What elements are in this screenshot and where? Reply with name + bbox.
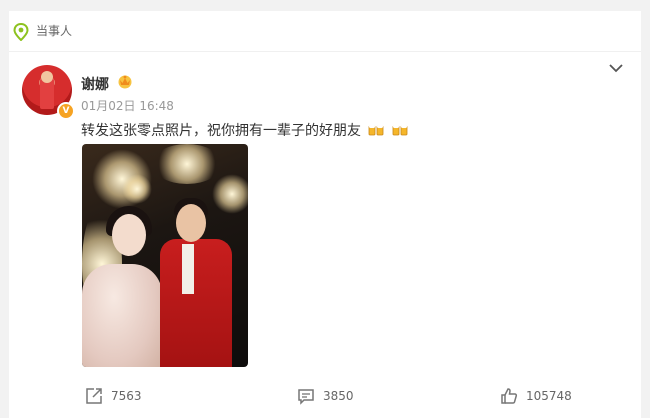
post-header-bar: 当事人 (9, 11, 641, 52)
post-text: 转发这张零点照片，祝你拥有一辈子的好朋友 (81, 120, 408, 140)
post-text-content: 转发这张零点照片，祝你拥有一辈子的好朋友 (81, 123, 361, 139)
post-card: 当事人 V 谢娜 01月02日 16:48 转发这张零点照片，祝你拥有一辈子的好… (9, 11, 641, 418)
beer-cheers-icon (392, 125, 408, 136)
repost-count: 7563 (111, 389, 142, 403)
username[interactable]: 谢娜 (81, 74, 109, 94)
comment-icon (298, 389, 314, 405)
header-label: 当事人 (36, 24, 73, 38)
post-photo[interactable] (82, 144, 248, 367)
post-timestamp[interactable]: 01月02日 16:48 (81, 97, 174, 114)
beer-cheers-icon (369, 125, 384, 136)
thumbs-up-icon (501, 388, 518, 404)
repost-icon (86, 388, 102, 404)
verified-badge: V (57, 102, 75, 120)
location-pin-icon (13, 23, 29, 41)
chevron-down-icon[interactable] (609, 63, 623, 73)
action-bar: 7563 3850 105748 (9, 380, 641, 410)
comment-count: 3850 (323, 389, 354, 403)
like-count: 105748 (526, 389, 572, 403)
crown-badge-icon[interactable] (117, 73, 133, 89)
